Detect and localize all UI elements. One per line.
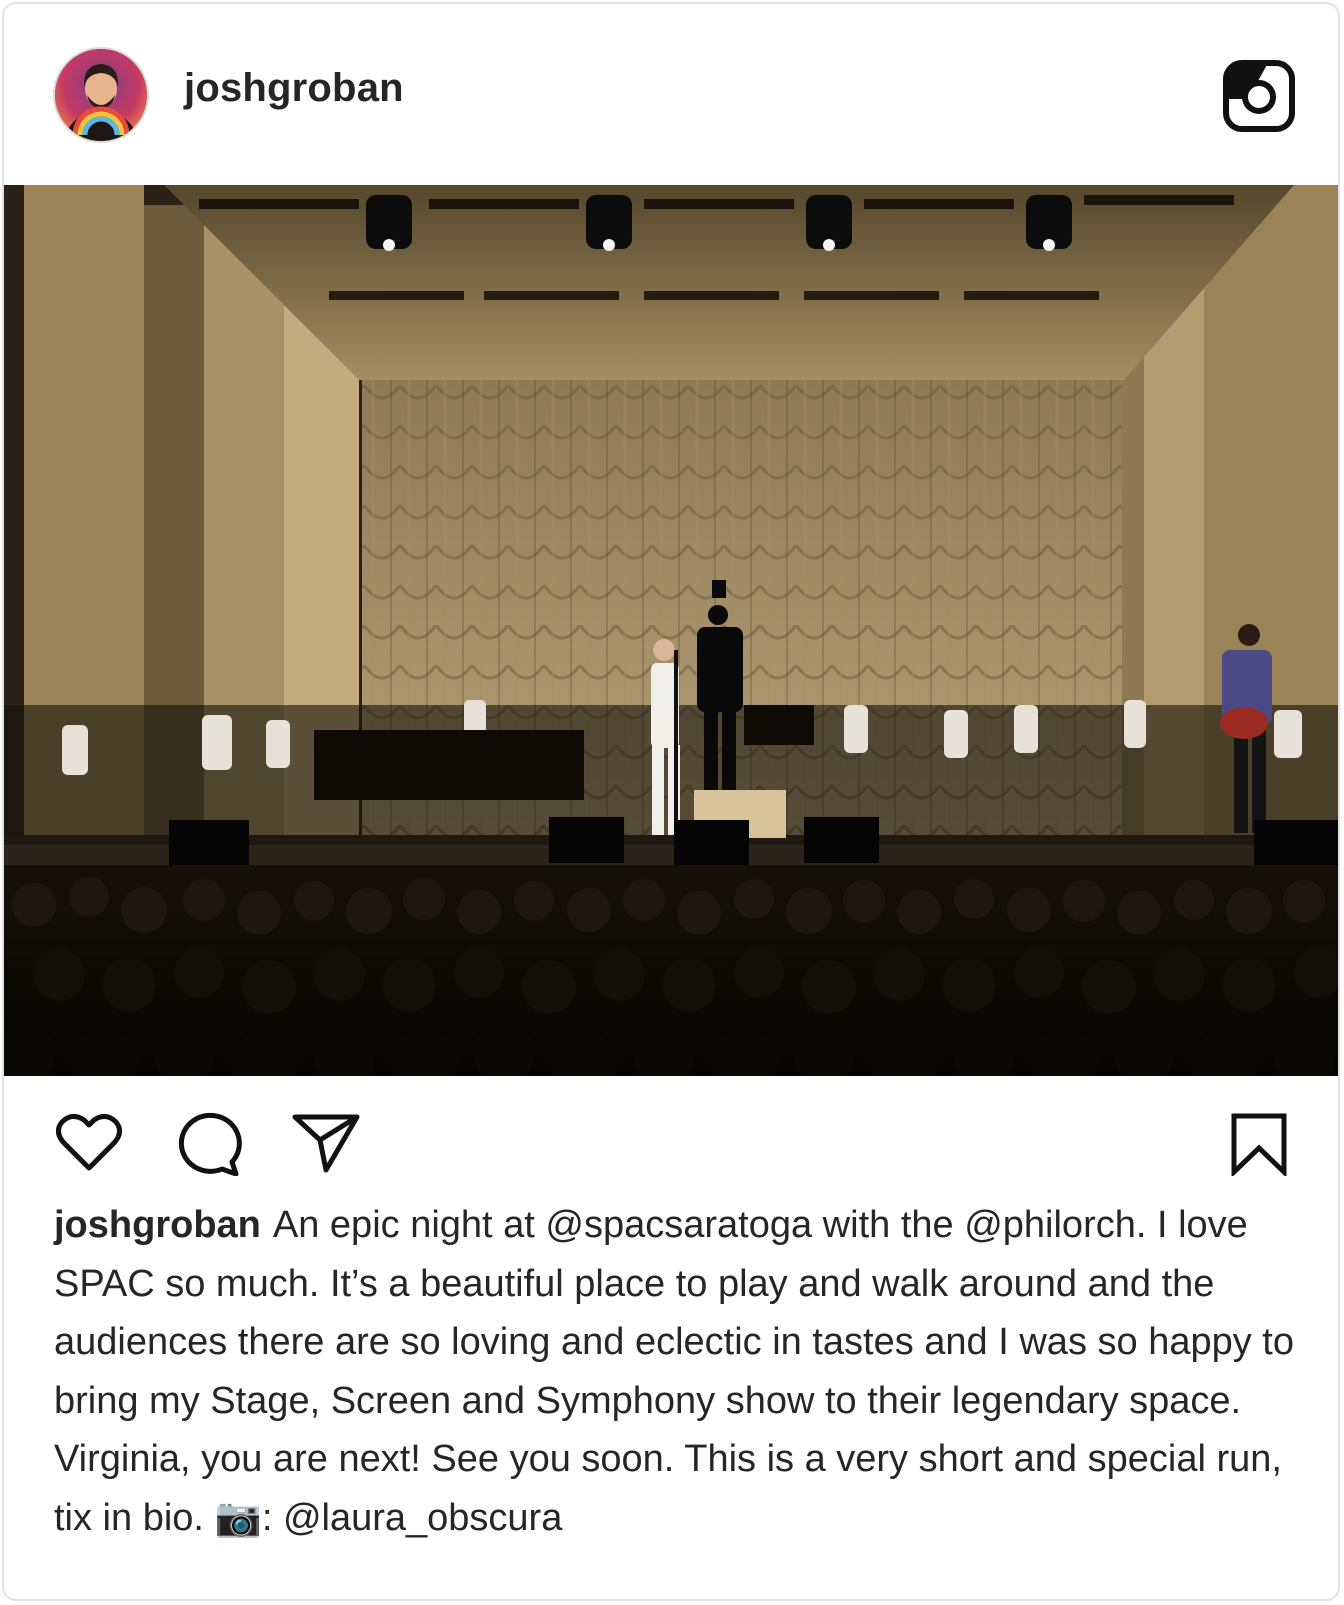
post-photo[interactable] bbox=[4, 185, 1338, 1076]
post-header: joshgroban bbox=[4, 4, 1338, 184]
instagram-post-card: joshgroban joshgroban An epic night at @… bbox=[2, 2, 1340, 1601]
heart-icon[interactable] bbox=[56, 1112, 122, 1177]
avatar[interactable] bbox=[53, 47, 149, 143]
post-username[interactable]: joshgroban bbox=[184, 66, 404, 111]
bookmark-icon[interactable] bbox=[1230, 1112, 1288, 1181]
caption-username[interactable]: joshgroban bbox=[54, 1204, 261, 1246]
comment-icon[interactable] bbox=[174, 1112, 242, 1181]
post-actions bbox=[4, 1076, 1338, 1186]
caption-text: An epic night at @spacsaratoga with the … bbox=[54, 1204, 1294, 1539]
instagram-logo-icon[interactable] bbox=[1222, 59, 1296, 133]
share-icon[interactable] bbox=[292, 1112, 360, 1179]
post-caption: joshgroban An epic night at @spacsaratoga… bbox=[54, 1196, 1304, 1547]
